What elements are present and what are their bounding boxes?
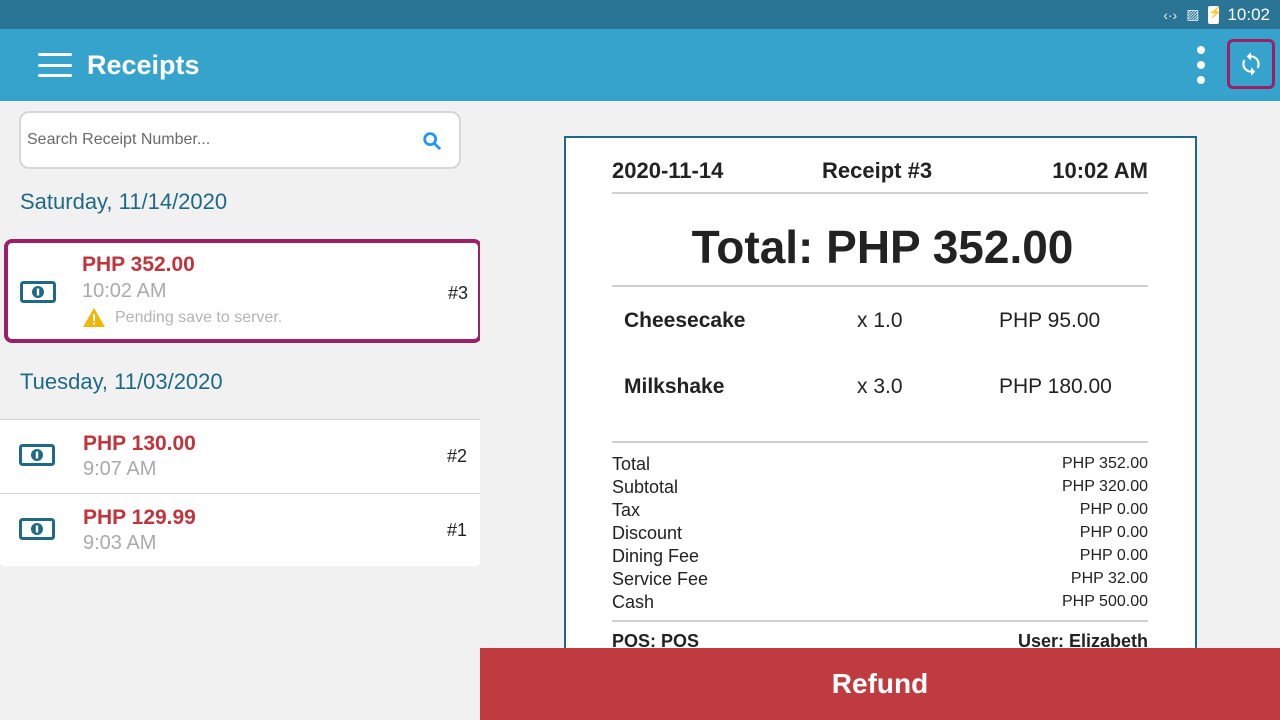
receipt-date: 2020-11-14 xyxy=(612,158,724,183)
receipt-row[interactable]: PHP 130.00 9:07 AM #2 xyxy=(1,420,479,492)
summary-value: PHP 500.00 xyxy=(1062,593,1148,610)
receipt-detail-panel: 2020-11-14 Receipt #3 10:02 AM Total: PH… xyxy=(480,101,1280,720)
pending-status: Pending save to server. xyxy=(82,307,282,328)
item-name: Milkshake xyxy=(624,375,725,398)
date-header: Saturday, 11/14/2020 xyxy=(20,189,228,214)
receipt-time: 9:03 AM xyxy=(83,532,157,554)
receipt-row-selected[interactable]: PHP 352.00 10:02 AM #3 Pending save to s… xyxy=(4,239,482,343)
receipt-number: #1 xyxy=(446,520,467,540)
receipt-time: 10:02 AM xyxy=(1052,158,1148,183)
summary-value: PHP 0.00 xyxy=(1079,547,1148,564)
summary-label: Dining Fee xyxy=(612,546,700,566)
search-box[interactable] xyxy=(19,111,461,169)
app-bar: Receipts xyxy=(0,29,1280,101)
hamburger-icon[interactable] xyxy=(38,53,72,77)
receipt-row[interactable]: PHP 129.99 9:03 AM #1 xyxy=(1,494,479,566)
summary-label: Discount xyxy=(612,523,683,543)
receipts-list-panel: Saturday, 11/14/2020 PHP 352.00 10:02 AM… xyxy=(0,101,482,720)
summary-label: Total xyxy=(612,454,651,474)
summary-label: Service Fee xyxy=(612,569,709,589)
divider xyxy=(612,285,1148,287)
receipt-amount: PHP 130.00 xyxy=(83,432,196,455)
summary-value: PHP 0.00 xyxy=(1079,501,1148,518)
summary-value: PHP 32.00 xyxy=(1070,570,1148,587)
summary-row: Tax PHP 0.00 xyxy=(612,500,1148,523)
receipt-number: #3 xyxy=(447,283,468,303)
code-icon: ‹·› xyxy=(1163,6,1178,23)
status-time: 10:02 xyxy=(1227,4,1270,24)
summary-row: Cash PHP 500.00 xyxy=(612,592,1148,615)
cash-icon xyxy=(19,444,55,466)
refund-button[interactable]: Refund xyxy=(480,648,1280,720)
receipt-title: Receipt #3 xyxy=(822,158,933,183)
receipt-total: Total: PHP 352.00 xyxy=(691,221,1074,273)
receipt-list: PHP 130.00 9:07 AM #2 PHP 129.99 9:03 AM… xyxy=(0,419,480,566)
cash-icon xyxy=(20,281,56,303)
divider xyxy=(612,620,1148,622)
search-icon[interactable] xyxy=(421,130,443,152)
pending-status-text: Pending save to server. xyxy=(115,308,283,326)
search-input[interactable] xyxy=(27,131,407,149)
receipt-card: 2020-11-14 Receipt #3 10:02 AM Total: PH… xyxy=(564,136,1197,696)
item-qty: x 1.0 xyxy=(857,309,903,332)
no-sim-icon: ▨ xyxy=(1186,6,1200,22)
receipt-time: 9:07 AM xyxy=(83,458,157,480)
summary-value: PHP 352.00 xyxy=(1062,455,1148,472)
summary-row: Total PHP 352.00 xyxy=(612,454,1148,477)
summary-row: Subtotal PHP 320.00 xyxy=(612,477,1148,500)
date-header: Tuesday, 11/03/2020 xyxy=(20,369,223,394)
sync-button[interactable] xyxy=(1227,39,1275,89)
item-price: PHP 95.00 xyxy=(999,309,1101,332)
page-title: Receipts xyxy=(87,49,200,80)
summary-value: PHP 0.00 xyxy=(1079,524,1148,541)
summary-label: Cash xyxy=(612,592,655,612)
item-price: PHP 180.00 xyxy=(999,375,1112,398)
summary-label: Tax xyxy=(612,500,641,520)
receipt-amount: PHP 129.99 xyxy=(83,506,196,529)
warning-icon xyxy=(83,308,105,327)
cash-icon xyxy=(19,518,55,540)
summary-label: Subtotal xyxy=(612,477,679,497)
summary-value: PHP 320.00 xyxy=(1062,478,1148,495)
receipt-number: #2 xyxy=(446,446,467,466)
receipt-header: 2020-11-14 Receipt #3 10:02 AM xyxy=(612,158,1148,184)
receipt-amount: PHP 352.00 xyxy=(82,253,195,276)
battery-charging-icon xyxy=(1208,5,1222,24)
more-vert-icon[interactable] xyxy=(1190,46,1212,84)
receipt-time: 10:02 AM xyxy=(82,280,167,302)
summary-row: Service Fee PHP 32.00 xyxy=(612,569,1148,592)
summary-row: Discount PHP 0.00 xyxy=(612,523,1148,546)
summary-row: Dining Fee PHP 0.00 xyxy=(612,546,1148,569)
divider xyxy=(612,441,1148,443)
status-bar: ‹·› ▨ 10:02 xyxy=(0,0,1280,29)
divider xyxy=(612,192,1148,194)
item-qty: x 3.0 xyxy=(857,375,903,398)
item-name: Cheesecake xyxy=(624,309,746,332)
sync-icon xyxy=(1242,52,1260,76)
